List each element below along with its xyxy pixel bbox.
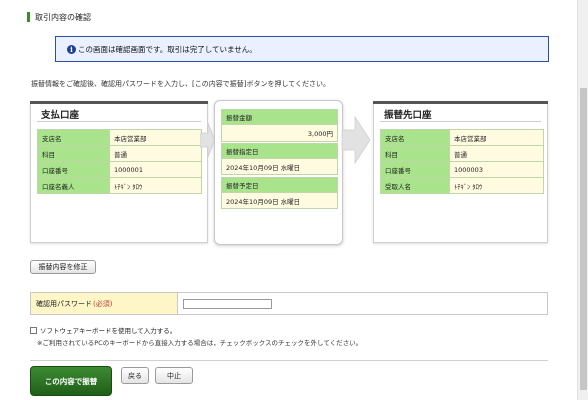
account-holder-label: 口座名義人 — [37, 177, 110, 194]
payment-account-table: 支店名 本店営業部 科目 普通 口座番号 1000001 口座名義人 ﾄﾁｷﾞﾝ… — [37, 129, 202, 194]
software-keyboard-note: ※ご利用されているPCのキーボードから直接入力する場合は，チェックボックスのチェ… — [37, 339, 363, 347]
destination-account-title: 振替先口座 — [384, 110, 432, 121]
confirmation-notice: i この画面は確認画面です。取引は完了していません。 — [55, 36, 549, 62]
designated-date-label: 振替指定日 — [221, 143, 338, 159]
branch-value: 本店営業部 — [449, 129, 544, 146]
recipient-name-label: 受取人名 — [380, 177, 450, 194]
account-number-label: 口座番号 — [37, 161, 110, 178]
branch-value: 本店営業部 — [109, 129, 202, 146]
scheduled-date-value: 2024年10月09日 水曜日 — [221, 193, 338, 209]
subject-label: 科目 — [37, 145, 110, 162]
scrollbar-thumb[interactable] — [580, 88, 587, 390]
table-row: 支店名 本店営業部 — [380, 129, 544, 146]
subject-value: 普通 — [449, 145, 544, 162]
password-field-cell — [178, 293, 547, 314]
panel-title-underline — [380, 121, 541, 122]
password-label: 確認用パスワード — [36, 299, 92, 308]
software-keyboard-checkbox[interactable] — [30, 326, 37, 334]
panel-title-underline — [37, 121, 201, 122]
page-title: 取引内容の確認 — [27, 11, 91, 23]
page-title-text: 取引内容の確認 — [35, 12, 91, 22]
password-label-cell: 確認用パスワード (必須) — [31, 293, 178, 314]
destination-account-table: 支店名 本店営業部 科目 普通 口座番号 1000003 受取人名 ﾄﾁｷﾞﾝ … — [380, 129, 544, 194]
table-row: 科目 普通 — [380, 145, 544, 162]
back-button[interactable]: 戻る — [121, 367, 149, 384]
destination-account-panel: 振替先口座 支店名 本店営業部 科目 普通 口座番号 1000003 受取人名 … — [373, 101, 548, 243]
scheduled-date-block: 振替予定日 2024年10月09日 水曜日 — [221, 177, 338, 209]
table-row: 受取人名 ﾄﾁｷﾞﾝ ﾀﾛｳ — [380, 177, 544, 194]
transfer-amount-label: 振替金額 — [221, 109, 338, 125]
account-number-value: 1000003 — [449, 161, 544, 178]
recipient-name-value: ﾄﾁｷﾞﾝ ﾀﾛｳ — [449, 177, 544, 194]
cancel-button[interactable]: 中止 — [155, 367, 193, 384]
password-input[interactable] — [183, 298, 272, 309]
transfer-details-box: 振替金額 3,000円 振替指定日 2024年10月09日 水曜日 振替予定日 … — [214, 100, 343, 245]
title-bar-marker — [27, 12, 30, 22]
notice-message: この画面は確認画面です。取引は完了していません。 — [78, 44, 257, 54]
scheduled-date-label: 振替予定日 — [221, 177, 338, 193]
table-row: 口座番号 1000003 — [380, 161, 544, 178]
modify-transfer-button[interactable]: 振替内容を修正 — [30, 260, 96, 274]
required-marker: (必須) — [93, 299, 113, 308]
vertical-scrollbar[interactable] — [577, 0, 588, 400]
payment-account-title: 支払口座 — [41, 110, 80, 121]
table-row: 科目 普通 — [37, 145, 202, 162]
table-row: 口座名義人 ﾄﾁｷﾞﾝ ﾀﾛｳ — [37, 177, 202, 194]
designated-date-block: 振替指定日 2024年10月09日 水曜日 — [221, 143, 338, 175]
transfer-amount-value: 3,000円 — [221, 125, 338, 142]
software-keyboard-option[interactable]: ソフトウェアキーボードを使用して入力する。 — [30, 325, 176, 335]
software-keyboard-label: ソフトウェアキーボードを使用して入力する。 — [40, 327, 177, 335]
panel-top-border — [373, 101, 548, 104]
account-holder-value: ﾄﾁｷﾞﾝ ﾀﾛｳ — [109, 177, 202, 194]
branch-label: 支店名 — [380, 129, 450, 146]
payment-account-panel: 支払口座 支店名 本店営業部 科目 普通 口座番号 1000001 口座名義人 … — [30, 101, 208, 243]
panel-top-border — [30, 101, 208, 104]
table-row: 支店名 本店営業部 — [37, 129, 202, 146]
password-row: 確認用パスワード (必須) — [30, 292, 548, 315]
designated-date-value: 2024年10月09日 水曜日 — [221, 159, 338, 175]
submit-transfer-button[interactable]: この内容で振替 — [30, 366, 112, 396]
info-icon: i — [67, 44, 76, 54]
account-number-value: 1000001 — [109, 161, 202, 178]
subject-value: 普通 — [109, 145, 202, 162]
subject-label: 科目 — [380, 145, 450, 162]
branch-label: 支店名 — [37, 129, 110, 146]
divider — [30, 360, 548, 361]
account-number-label: 口座番号 — [380, 161, 450, 178]
transfer-amount-block: 振替金額 3,000円 — [221, 109, 338, 142]
table-row: 口座番号 1000001 — [37, 161, 202, 178]
arrow-right-icon — [341, 115, 371, 165]
instruction-text: 振替情報をご確認後、確認用パスワードを入力し、[この内容で振替]ボタンを押してく… — [31, 80, 331, 88]
